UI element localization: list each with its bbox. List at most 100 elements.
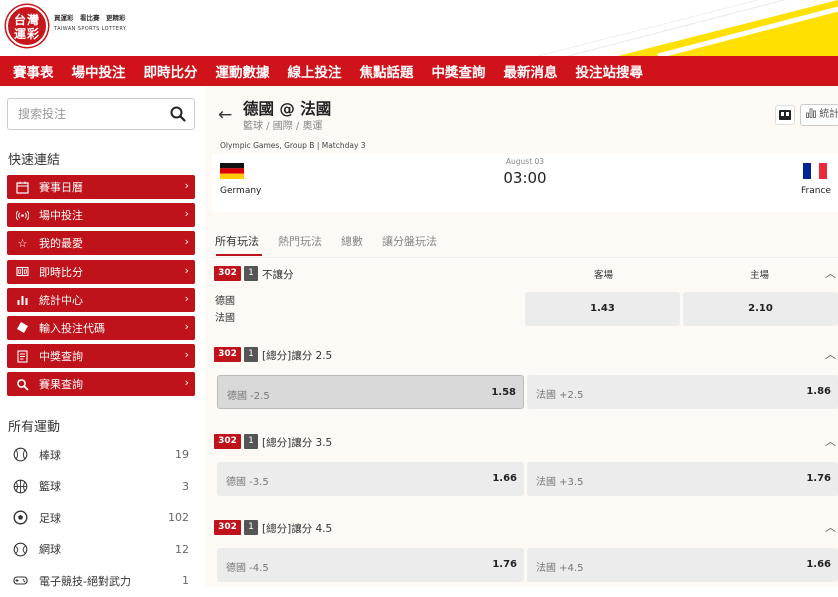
nav-topics[interactable]: 焦點話題 <box>351 61 423 81</box>
search-input[interactable] <box>8 99 168 129</box>
breadcrumb: 籃球 / 國際 / 奧運 <box>243 121 323 132</box>
tab-handicap[interactable]: 讓分盤玩法 <box>382 233 437 249</box>
odds-button-home[interactable]: 2.10 <box>683 292 838 326</box>
logo-line-1: 台灣 <box>13 13 40 27</box>
sidebar: 快速連結 賽事日曆 › 場中投注 › ☆ 我的最愛 › 即時比分 › <box>0 86 205 588</box>
odds-button-handicap-left[interactable]: 德國 -2.5 1.58 <box>217 375 524 409</box>
odds-button-handicap-right[interactable]: 法國 +3.5 1.76 <box>527 462 838 496</box>
market-name: [總分]讓分 4.5 <box>262 523 333 535</box>
quick-link-live-betting[interactable]: 場中投注 › <box>7 203 195 228</box>
tab-all-markets[interactable]: 所有玩法 <box>215 233 259 249</box>
quick-link-results[interactable]: 賽果查詢 › <box>7 372 195 397</box>
market-header: 302 1 [總分]讓分 2.5 ︿ <box>212 346 838 364</box>
nav-live-scores[interactable]: 即時比分 <box>135 61 207 81</box>
tennis-ball-icon <box>13 542 28 557</box>
market-code-badge: 302 <box>214 520 241 535</box>
odds-value: 2.10 <box>748 303 773 314</box>
match-time: 03:00 <box>503 169 547 187</box>
chevron-right-icon: › <box>184 263 189 277</box>
quick-link-bet-code[interactable]: 輸入投注代碼 › <box>7 315 195 340</box>
chevron-up-icon[interactable]: ︿ <box>825 433 836 449</box>
quick-link-label: 即時比分 <box>39 265 83 279</box>
logo-english-name: TAIWAN SPORTS LOTTERY <box>54 26 127 32</box>
stats-button-label: 統計 <box>819 109 838 120</box>
sport-item-soccer[interactable]: 足球 102 <box>7 502 195 534</box>
receipt-icon <box>16 350 29 363</box>
sport-label: 網球 <box>39 543 61 557</box>
logo-line-2: 運彩 <box>13 27 40 41</box>
search-icon <box>16 378 29 391</box>
quick-link-label: 賽事日曆 <box>39 181 83 194</box>
quick-link-stats-center[interactable]: 統計中心 › <box>7 287 195 312</box>
team-row-label: 法國 <box>215 313 235 324</box>
chevron-right-icon: › <box>184 348 189 362</box>
market-code-badge: 302 <box>214 347 241 362</box>
nav-store-search[interactable]: 投注站搜尋 <box>567 61 653 81</box>
tab-totals[interactable]: 總數 <box>341 233 363 249</box>
odds-button-handicap-left[interactable]: 德國 -4.5 1.76 <box>217 548 524 582</box>
bar-chart-icon <box>16 293 29 306</box>
chevron-up-icon[interactable]: ︿ <box>825 346 836 362</box>
taiwan-sports-lottery-logo[interactable]: 台灣 運彩 <box>6 5 48 47</box>
nav-news[interactable]: 最新消息 <box>495 61 567 81</box>
odds-label: 德國 -3.5 <box>226 477 269 488</box>
main-nav: 賽事表 場中投注 即時比分 運動數據 線上投注 焦點話題 中獎查詢 最新消息 投… <box>0 56 838 86</box>
sport-item-esports[interactable]: 電子競技-絕對武力 1 <box>7 565 195 597</box>
odds-label: 法國 +4.5 <box>536 563 584 574</box>
sport-label: 足球 <box>39 511 61 525</box>
chevron-right-icon: › <box>184 376 189 390</box>
away-team-name: France <box>801 186 831 196</box>
odds-value: 1.86 <box>806 386 831 397</box>
odds-value: 1.43 <box>590 303 615 314</box>
home-column-label: 主場 <box>750 270 770 281</box>
market-name: [總分]讓分 3.5 <box>262 437 333 449</box>
nav-schedule[interactable]: 賽事表 <box>4 61 63 81</box>
tab-popular[interactable]: 熱門玩法 <box>278 233 322 249</box>
odds-button-handicap-left[interactable]: 德國 -3.5 1.66 <box>217 462 524 496</box>
market-number-badge: 1 <box>244 266 258 281</box>
match-date: August 03 <box>505 157 545 166</box>
quick-link-favorites[interactable]: ☆ 我的最愛 › <box>7 231 195 256</box>
back-arrow-icon[interactable]: ← <box>218 105 232 125</box>
odds-button-handicap-right[interactable]: 法國 +4.5 1.66 <box>527 548 838 582</box>
quick-link-label: 中獎查詢 <box>39 350 83 364</box>
scoreboard-icon[interactable] <box>775 105 795 125</box>
sport-item-tennis[interactable]: 網球 12 <box>7 534 195 566</box>
search-box <box>7 98 195 130</box>
sport-item-baseball[interactable]: 棒球 19 <box>7 439 195 471</box>
odds-button-away[interactable]: 1.43 <box>525 292 680 326</box>
sport-count: 3 <box>182 479 189 493</box>
search-icon[interactable] <box>168 104 188 124</box>
quick-link-calendar[interactable]: 賽事日曆 › <box>7 175 195 199</box>
ticket-icon <box>16 321 29 334</box>
quick-link-live-scores[interactable]: 即時比分 › <box>7 259 195 284</box>
sport-item-basketball[interactable]: 籃球 3 <box>7 471 195 503</box>
nav-online-betting[interactable]: 線上投注 <box>279 61 351 81</box>
odds-value: 1.66 <box>806 559 831 570</box>
basketball-icon <box>13 479 28 494</box>
quick-link-winning-check[interactable]: 中獎查詢 › <box>7 344 195 369</box>
odds-label: 德國 -2.5 <box>227 391 270 402</box>
market-code-badge: 302 <box>214 266 241 281</box>
stats-button[interactable]: 統計 <box>800 104 838 126</box>
odds-label: 法國 +2.5 <box>536 390 584 401</box>
market-code-badge: 302 <box>214 434 241 449</box>
chevron-right-icon: › <box>184 235 189 249</box>
odds-value: 1.66 <box>492 473 517 484</box>
nav-sports-data[interactable]: 運動數據 <box>207 61 279 81</box>
chevron-up-icon[interactable]: ︿ <box>825 265 836 281</box>
calendar-icon <box>16 181 29 194</box>
match-title: 德國 @ 法國 <box>243 100 332 118</box>
chevron-up-icon[interactable]: ︿ <box>825 519 836 535</box>
team-row-label: 德國 <box>215 296 235 307</box>
star-icon: ☆ <box>17 236 28 250</box>
odds-value: 1.76 <box>492 559 517 570</box>
nav-live-betting[interactable]: 場中投注 <box>63 61 135 81</box>
logo-wordmark: 買運彩 看比賽 更精彩 TAIWAN SPORTS LOTTERY <box>54 13 126 35</box>
nav-winning-check[interactable]: 中獎查詢 <box>423 61 495 81</box>
market-number-badge: 1 <box>244 347 258 362</box>
chevron-right-icon: › <box>184 291 189 305</box>
away-column-label: 客場 <box>594 270 614 281</box>
home-team-name: Germany <box>220 186 262 196</box>
odds-button-handicap-right[interactable]: 法國 +2.5 1.86 <box>527 375 838 409</box>
